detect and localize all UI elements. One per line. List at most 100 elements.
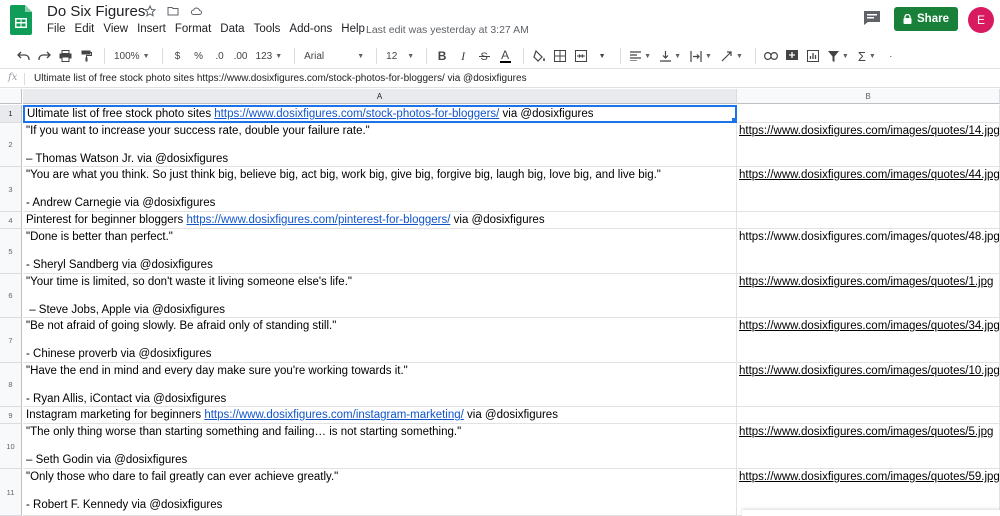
row-header[interactable]: 3 [0, 167, 22, 212]
column-header-a[interactable]: A [23, 89, 737, 104]
cell-b8[interactable]: https://www.dosixfigures.com/images/quot… [737, 363, 1000, 407]
font-select[interactable]: Arial ▼ [301, 46, 367, 66]
folder-icon[interactable] [166, 4, 180, 18]
functions-icon[interactable]: Σ ▼ [855, 46, 879, 66]
row-header[interactable]: 8 [0, 363, 22, 407]
cell-link[interactable]: https://www.dosixfigures.com/images/quot… [739, 320, 999, 332]
cell-link[interactable]: https://www.dosixfigures.com/images/quot… [739, 426, 993, 438]
print-icon[interactable] [56, 46, 74, 66]
decrease-decimals-button[interactable]: .0 [211, 46, 229, 66]
cell-link[interactable]: https://www.dosixfigures.com/images/quot… [739, 169, 999, 181]
row-header[interactable]: 11 [0, 469, 22, 516]
menu-file[interactable]: File [47, 23, 66, 35]
vertical-align-icon[interactable]: ▼ [657, 46, 684, 66]
menu-edit[interactable]: Edit [75, 23, 95, 35]
cell-link[interactable]: https://www.dosixfigures.com/stock-photo… [214, 108, 499, 120]
cell-link[interactable]: https://www.dosixfigures.com/images/quot… [739, 365, 999, 377]
text-rotation-icon[interactable]: ▼ [718, 46, 746, 66]
merge-cells-icon[interactable] [572, 46, 590, 66]
cell-a6[interactable]: "Your time is limited, so don't waste it… [23, 274, 737, 318]
paint-format-icon[interactable] [77, 46, 95, 66]
cell-link[interactable]: https://www.dosixfigures.com/pinterest-f… [186, 214, 450, 226]
italic-button[interactable]: I [454, 46, 472, 66]
row-header[interactable]: 1 [0, 105, 22, 123]
strikethrough-icon[interactable]: S [475, 46, 493, 66]
insert-comment-icon[interactable] [783, 46, 801, 66]
text-color-button[interactable]: A [496, 46, 514, 66]
cell-a9[interactable]: Instagram marketing for beginners https:… [23, 407, 737, 424]
document-title[interactable]: Do Six Figures [47, 3, 145, 20]
borders-icon[interactable] [551, 46, 569, 66]
cell-a7[interactable]: "Be not afraid of going slowly. Be afrai… [23, 318, 737, 363]
formula-bar: fx Ultimate list of free stock photo sit… [0, 70, 1000, 88]
font-size-select[interactable]: 12 ▼ [383, 46, 417, 66]
cell-a8[interactable]: "Have the end in mind and every day make… [23, 363, 737, 407]
cell-b9[interactable] [737, 407, 1000, 424]
cell-b11[interactable]: https://www.dosixfigures.com/images/quot… [737, 469, 1000, 516]
row-header[interactable]: 4 [0, 212, 22, 229]
avatar[interactable]: E [968, 7, 994, 33]
cell-b4[interactable] [737, 212, 1000, 229]
currency-format-button[interactable]: $ [169, 46, 187, 66]
cell-a5[interactable]: "Done is better than perfect." - Sheryl … [23, 229, 737, 274]
more-formats-select[interactable]: 123 ▼ [253, 46, 286, 66]
fill-color-icon[interactable] [530, 46, 548, 66]
lock-icon [903, 14, 912, 24]
cell-b3[interactable]: https://www.dosixfigures.com/images/quot… [737, 167, 1000, 212]
cell-b6[interactable]: https://www.dosixfigures.com/images/quot… [737, 274, 1000, 318]
cell-a2[interactable]: "If you want to increase your success ra… [23, 123, 737, 167]
sheets-logo-icon[interactable] [10, 5, 32, 35]
chevron-down-icon[interactable]: ▼ [593, 46, 611, 66]
row-header[interactable]: 6 [0, 274, 22, 318]
undo-icon[interactable] [14, 46, 32, 66]
cell-a4[interactable]: Pinterest for beginner bloggers https://… [23, 212, 737, 229]
row-header[interactable]: 9 [0, 407, 22, 424]
text-wrapping-icon[interactable]: ▼ [687, 46, 715, 66]
cell-a10[interactable]: "The only thing worse than starting some… [23, 424, 737, 469]
row-header[interactable]: 5 [0, 229, 22, 274]
menu-data[interactable]: Data [220, 23, 244, 35]
redo-icon[interactable] [35, 46, 53, 66]
cloud-icon[interactable] [189, 4, 203, 18]
menu-insert[interactable]: Insert [137, 23, 166, 35]
row-header[interactable]: 7 [0, 318, 22, 363]
cell-b10[interactable]: https://www.dosixfigures.com/images/quot… [737, 424, 1000, 469]
star-icon[interactable] [143, 4, 157, 18]
menu-addons[interactable]: Add-ons [289, 23, 332, 35]
cell-b1[interactable] [737, 105, 1000, 123]
select-all-corner[interactable] [0, 89, 22, 104]
cell-url[interactable]: https://www.dosixfigures.com/images/quot… [739, 231, 999, 243]
percent-format-button[interactable]: % [190, 46, 208, 66]
font-value: Arial [304, 50, 325, 62]
more-options-icon[interactable]: · [882, 46, 900, 66]
comment-icon[interactable] [863, 10, 881, 26]
row-header[interactable]: 10 [0, 424, 22, 469]
cell-a3[interactable]: "You are what you think. So just think b… [23, 167, 737, 212]
column-header-b[interactable]: B [737, 89, 1000, 104]
increase-decimals-button[interactable]: .00 [232, 46, 250, 66]
cell-a11[interactable]: "Only those who dare to fail greatly can… [23, 469, 737, 516]
formula-input[interactable]: Ultimate list of free stock photo sites … [34, 73, 527, 84]
cell-link[interactable]: https://www.dosixfigures.com/images/quot… [739, 276, 993, 288]
bold-button[interactable]: B [433, 46, 451, 66]
cell-b7[interactable]: https://www.dosixfigures.com/images/quot… [737, 318, 1000, 363]
share-button[interactable]: Share [894, 7, 958, 31]
menu-tools[interactable]: Tools [254, 23, 281, 35]
cell-link[interactable]: https://www.dosixfigures.com/images/quot… [739, 125, 999, 137]
insert-chart-icon[interactable] [804, 46, 822, 66]
cell-text: via @dosixfigures [499, 108, 594, 120]
menu-view[interactable]: View [103, 23, 128, 35]
cell-a1[interactable]: Ultimate list of free stock photo sites … [23, 105, 737, 123]
zoom-select[interactable]: 100% ▼ [111, 46, 153, 66]
cell-b5[interactable]: https://www.dosixfigures.com/images/quot… [737, 229, 1000, 274]
cell-link[interactable]: https://www.dosixfigures.com/instagram-m… [204, 409, 463, 421]
last-edit-link[interactable]: Last edit was yesterday at 3:27 AM [366, 24, 529, 36]
insert-link-icon[interactable] [762, 46, 780, 66]
menu-format[interactable]: Format [175, 23, 211, 35]
cell-b2[interactable]: https://www.dosixfigures.com/images/quot… [737, 123, 1000, 167]
row-header[interactable]: 2 [0, 123, 22, 167]
horizontal-align-icon[interactable]: ▼ [627, 46, 654, 66]
filter-icon[interactable]: ▼ [825, 46, 852, 66]
cell-link[interactable]: https://www.dosixfigures.com/images/quot… [739, 471, 999, 483]
menu-help[interactable]: Help [341, 23, 365, 35]
